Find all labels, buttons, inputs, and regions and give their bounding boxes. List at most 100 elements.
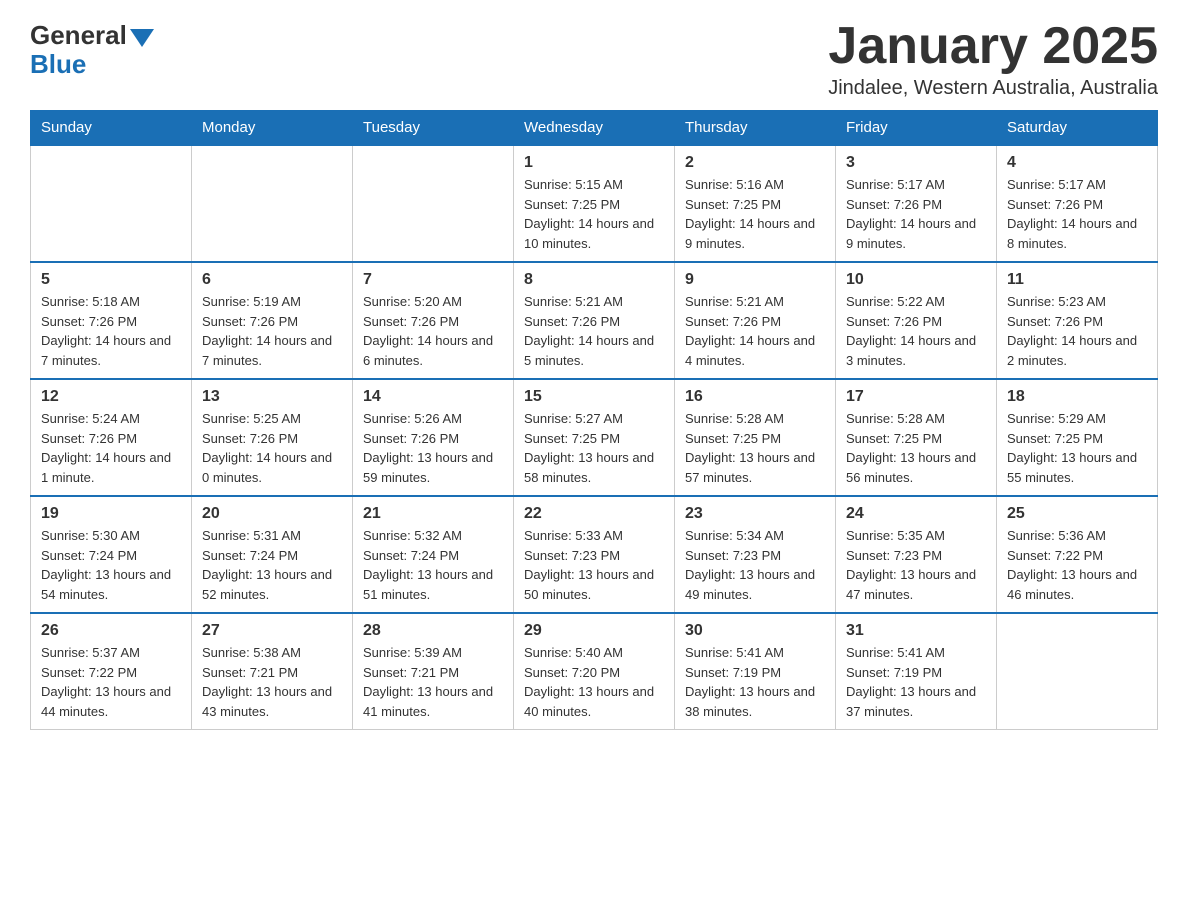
calendar-cell: 22Sunrise: 5:33 AMSunset: 7:23 PMDayligh…: [514, 496, 675, 613]
calendar-header-wednesday: Wednesday: [514, 111, 675, 146]
day-info: Sunrise: 5:36 AMSunset: 7:22 PMDaylight:…: [1007, 526, 1147, 604]
day-number: 22: [524, 505, 664, 523]
day-info: Sunrise: 5:39 AMSunset: 7:21 PMDaylight:…: [363, 643, 503, 721]
calendar-cell: 10 Sunrise: 5:22 AMSunset: 7:26 PMDayligh…: [836, 262, 997, 379]
calendar-cell: 18 Sunrise: 5:29 AMSunset: 7:25 PMDayligh…: [997, 379, 1158, 496]
day-info: Sunrise: 5:26 AMSunset: 7:26 PMDaylight:…: [363, 409, 503, 487]
day-number: 5: [41, 271, 181, 289]
day-info: Sunrise: 5:21 AMSunset: 7:26 PMDaylight:…: [685, 292, 825, 370]
day-info: Sunrise: 5:37 AMSunset: 7:22 PMDaylight:…: [41, 643, 181, 721]
calendar-cell: 29Sunrise: 5:40 AMSunset: 7:20 PMDayligh…: [514, 613, 675, 730]
day-number: 2: [685, 154, 825, 172]
logo-triangle-icon: [130, 29, 154, 47]
calendar-cell: 21Sunrise: 5:32 AMSunset: 7:24 PMDayligh…: [353, 496, 514, 613]
calendar-cell: 16 Sunrise: 5:28 AMSunset: 7:25 PMDayligh…: [675, 379, 836, 496]
day-number: 21: [363, 505, 503, 523]
day-info: Sunrise: 5:25 AMSunset: 7:26 PMDaylight:…: [202, 409, 342, 487]
day-number: 3: [846, 154, 986, 172]
day-number: 25: [1007, 505, 1147, 523]
calendar-cell: 13 Sunrise: 5:25 AMSunset: 7:26 PMDayligh…: [192, 379, 353, 496]
calendar-cell: 20 Sunrise: 5:31 AMSunset: 7:24 PMDayligh…: [192, 496, 353, 613]
calendar-cell: 8Sunrise: 5:21 AMSunset: 7:26 PMDaylight…: [514, 262, 675, 379]
day-number: 15: [524, 388, 664, 406]
day-info: Sunrise: 5:41 AMSunset: 7:19 PMDaylight:…: [846, 643, 986, 721]
calendar-header-monday: Monday: [192, 111, 353, 146]
day-info: Sunrise: 5:23 AMSunset: 7:26 PMDaylight:…: [1007, 292, 1147, 370]
calendar-cell: 9 Sunrise: 5:21 AMSunset: 7:26 PMDaylight…: [675, 262, 836, 379]
calendar-week-5: 26 Sunrise: 5:37 AMSunset: 7:22 PMDayligh…: [31, 613, 1158, 730]
day-info: Sunrise: 5:41 AMSunset: 7:19 PMDaylight:…: [685, 643, 825, 721]
calendar-cell: 4Sunrise: 5:17 AMSunset: 7:26 PMDaylight…: [997, 145, 1158, 262]
day-number: 8: [524, 271, 664, 289]
calendar-cell: [192, 145, 353, 262]
calendar-cell: 25 Sunrise: 5:36 AMSunset: 7:22 PMDayligh…: [997, 496, 1158, 613]
calendar-week-1: 1Sunrise: 5:15 AMSunset: 7:25 PMDaylight…: [31, 145, 1158, 262]
day-number: 31: [846, 622, 986, 640]
day-info: Sunrise: 5:31 AMSunset: 7:24 PMDaylight:…: [202, 526, 342, 604]
day-number: 4: [1007, 154, 1147, 172]
day-info: Sunrise: 5:17 AMSunset: 7:26 PMDaylight:…: [846, 175, 986, 253]
day-number: 20: [202, 505, 342, 523]
day-number: 24: [846, 505, 986, 523]
calendar-cell: 2 Sunrise: 5:16 AMSunset: 7:25 PMDaylight…: [675, 145, 836, 262]
calendar-cell: 30 Sunrise: 5:41 AMSunset: 7:19 PMDayligh…: [675, 613, 836, 730]
day-number: 7: [363, 271, 503, 289]
calendar-cell: [353, 145, 514, 262]
calendar-cell: 19 Sunrise: 5:30 AMSunset: 7:24 PMDayligh…: [31, 496, 192, 613]
day-number: 14: [363, 388, 503, 406]
calendar-cell: 31 Sunrise: 5:41 AMSunset: 7:19 PMDayligh…: [836, 613, 997, 730]
day-number: 30: [685, 622, 825, 640]
day-info: Sunrise: 5:28 AMSunset: 7:25 PMDaylight:…: [685, 409, 825, 487]
calendar-cell: 26 Sunrise: 5:37 AMSunset: 7:22 PMDayligh…: [31, 613, 192, 730]
calendar-cell: 3 Sunrise: 5:17 AMSunset: 7:26 PMDaylight…: [836, 145, 997, 262]
day-number: 19: [41, 505, 181, 523]
day-info: Sunrise: 5:29 AMSunset: 7:25 PMDaylight:…: [1007, 409, 1147, 487]
calendar-cell: 7 Sunrise: 5:20 AMSunset: 7:26 PMDaylight…: [353, 262, 514, 379]
calendar-week-4: 19 Sunrise: 5:30 AMSunset: 7:24 PMDayligh…: [31, 496, 1158, 613]
day-number: 27: [202, 622, 342, 640]
logo-general-text: General: [30, 20, 127, 51]
day-number: 13: [202, 388, 342, 406]
logo-blue-text: Blue: [30, 49, 154, 80]
day-info: Sunrise: 5:28 AMSunset: 7:25 PMDaylight:…: [846, 409, 986, 487]
month-title: January 2025: [828, 20, 1158, 72]
calendar-cell: 24 Sunrise: 5:35 AMSunset: 7:23 PMDayligh…: [836, 496, 997, 613]
day-info: Sunrise: 5:20 AMSunset: 7:26 PMDaylight:…: [363, 292, 503, 370]
day-info: Sunrise: 5:35 AMSunset: 7:23 PMDaylight:…: [846, 526, 986, 604]
day-info: Sunrise: 5:30 AMSunset: 7:24 PMDaylight:…: [41, 526, 181, 604]
day-info: Sunrise: 5:38 AMSunset: 7:21 PMDaylight:…: [202, 643, 342, 721]
day-info: Sunrise: 5:18 AMSunset: 7:26 PMDaylight:…: [41, 292, 181, 370]
logo: General Blue: [30, 20, 154, 80]
day-number: 12: [41, 388, 181, 406]
calendar-cell: 27 Sunrise: 5:38 AMSunset: 7:21 PMDayligh…: [192, 613, 353, 730]
day-number: 11: [1007, 271, 1147, 289]
day-number: 17: [846, 388, 986, 406]
day-info: Sunrise: 5:19 AMSunset: 7:26 PMDaylight:…: [202, 292, 342, 370]
calendar-cell: [997, 613, 1158, 730]
calendar-cell: 11 Sunrise: 5:23 AMSunset: 7:26 PMDayligh…: [997, 262, 1158, 379]
day-info: Sunrise: 5:16 AMSunset: 7:25 PMDaylight:…: [685, 175, 825, 253]
day-number: 6: [202, 271, 342, 289]
day-number: 10: [846, 271, 986, 289]
day-number: 18: [1007, 388, 1147, 406]
calendar-cell: 14 Sunrise: 5:26 AMSunset: 7:26 PMDayligh…: [353, 379, 514, 496]
day-number: 16: [685, 388, 825, 406]
calendar-header-tuesday: Tuesday: [353, 111, 514, 146]
day-info: Sunrise: 5:15 AMSunset: 7:25 PMDaylight:…: [524, 175, 664, 253]
calendar-week-2: 5 Sunrise: 5:18 AMSunset: 7:26 PMDaylight…: [31, 262, 1158, 379]
calendar-cell: [31, 145, 192, 262]
day-info: Sunrise: 5:40 AMSunset: 7:20 PMDaylight:…: [524, 643, 664, 721]
day-info: Sunrise: 5:27 AMSunset: 7:25 PMDaylight:…: [524, 409, 664, 487]
calendar-cell: 12Sunrise: 5:24 AMSunset: 7:26 PMDayligh…: [31, 379, 192, 496]
calendar-cell: 1Sunrise: 5:15 AMSunset: 7:25 PMDaylight…: [514, 145, 675, 262]
calendar-cell: 6 Sunrise: 5:19 AMSunset: 7:26 PMDaylight…: [192, 262, 353, 379]
page-header: General Blue January 2025 Jindalee, West…: [30, 20, 1158, 100]
day-info: Sunrise: 5:22 AMSunset: 7:26 PMDaylight:…: [846, 292, 986, 370]
title-section: January 2025 Jindalee, Western Australia…: [828, 20, 1158, 100]
day-number: 26: [41, 622, 181, 640]
day-number: 9: [685, 271, 825, 289]
calendar-header-friday: Friday: [836, 111, 997, 146]
day-number: 28: [363, 622, 503, 640]
calendar-header-row: SundayMondayTuesdayWednesdayThursdayFrid…: [31, 111, 1158, 146]
calendar-header-thursday: Thursday: [675, 111, 836, 146]
